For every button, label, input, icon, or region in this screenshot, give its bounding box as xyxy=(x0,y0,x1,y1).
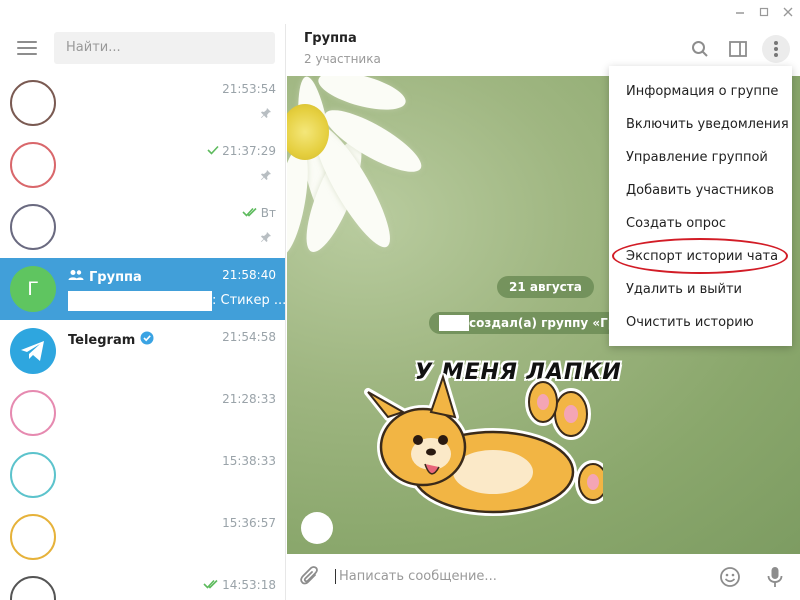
chat-subtitle: 2 участника xyxy=(304,52,381,66)
sender-avatar[interactable] xyxy=(301,512,333,544)
chat-time: 21:37:29 xyxy=(207,144,276,158)
window-titlebar xyxy=(0,0,800,24)
chat-item[interactable]: 15:38:33 xyxy=(0,444,285,506)
menu-icon[interactable] xyxy=(17,41,37,55)
chat-name-text: Группа xyxy=(89,269,142,285)
chat-time: 15:36:57 xyxy=(222,516,276,530)
double-check-icon xyxy=(242,206,258,220)
chat-item-group[interactable]: Г Группа 21:58:40 : Стикер ... xyxy=(0,258,285,320)
chat-time: Вт xyxy=(242,206,276,220)
telegram-logo-icon xyxy=(10,328,56,374)
close-icon[interactable] xyxy=(776,0,800,24)
avatar xyxy=(10,576,56,600)
menu-item-add-members[interactable]: Добавить участников xyxy=(609,174,792,207)
emoji-icon[interactable] xyxy=(717,564,743,590)
menu-item-enable-notifications[interactable]: Включить уведомления xyxy=(609,108,792,141)
corgi-sticker-image xyxy=(364,373,603,516)
read-check-icon xyxy=(207,144,219,158)
redacted-name xyxy=(439,315,469,331)
chat-preview: : Стикер ... xyxy=(68,291,285,311)
avatar xyxy=(10,452,56,498)
sidebar-toggle-icon[interactable] xyxy=(725,36,751,62)
chat-time: 21:58:40 xyxy=(222,268,276,282)
pin-icon xyxy=(260,169,272,184)
chat-time-text: 21:37:29 xyxy=(222,144,276,158)
preview-text: : Стикер ... xyxy=(212,293,286,308)
chat-title: Группа xyxy=(304,31,357,46)
double-check-icon xyxy=(203,578,219,592)
chat-name: Группа xyxy=(68,269,142,285)
redacted-sender xyxy=(68,291,212,311)
service-message: создал(а) группу «Гр xyxy=(429,312,625,334)
microphone-icon[interactable] xyxy=(762,564,788,590)
minimize-icon[interactable] xyxy=(728,0,752,24)
avatar xyxy=(10,514,56,560)
chat-time: 21:53:54 xyxy=(222,82,276,96)
avatar xyxy=(10,142,56,188)
chat-time: 21:28:33 xyxy=(222,392,276,406)
menu-item-create-poll[interactable]: Создать опрос xyxy=(609,207,792,240)
menu-item-delete-and-leave[interactable]: Удалить и выйти xyxy=(609,273,792,306)
chat-time: 14:53:18 xyxy=(203,578,276,592)
menu-item-group-info[interactable]: Информация о группе xyxy=(609,75,792,108)
chat-options-menu: Информация о группе Включить уведомления… xyxy=(609,66,792,346)
chat-item[interactable]: 14:53:18 xyxy=(0,568,285,600)
service-message-text: создал(а) группу «Гр xyxy=(469,316,617,330)
message-input[interactable]: Написать сообщение... xyxy=(335,569,497,584)
chat-item-telegram[interactable]: Telegram 21:54:58 xyxy=(0,320,285,382)
chat-name-text: Telegram xyxy=(68,332,136,348)
chat-time-text: Вт xyxy=(260,206,276,220)
menu-item-export-chat-history[interactable]: Экспорт истории чата xyxy=(609,240,792,273)
chat-time: 15:38:33 xyxy=(222,454,276,468)
sidebar-top: Найти... xyxy=(0,24,285,72)
avatar xyxy=(10,80,56,126)
date-separator: 21 августа xyxy=(497,276,594,298)
chat-item[interactable]: 15:36:57 xyxy=(0,506,285,568)
chat-item[interactable]: 21:28:33 xyxy=(0,382,285,444)
group-icon xyxy=(68,269,84,285)
more-options-icon[interactable] xyxy=(762,35,790,63)
chat-name: Telegram xyxy=(68,331,154,349)
chat-item[interactable]: 21:37:29 xyxy=(0,134,285,196)
chat-time: 21:54:58 xyxy=(222,330,276,344)
avatar xyxy=(10,390,56,436)
chat-time-text: 14:53:18 xyxy=(222,578,276,592)
search-icon[interactable] xyxy=(687,36,713,62)
chat-item[interactable]: Вт xyxy=(0,196,285,258)
menu-item-manage-group[interactable]: Управление группой xyxy=(609,141,792,174)
search-input[interactable]: Найти... xyxy=(54,32,275,64)
avatar xyxy=(10,204,56,250)
sidebar: Найти... 21:53:54 21:37:29 Вт Г Группа 2… xyxy=(0,24,286,600)
pin-icon xyxy=(260,107,272,122)
chat-list: 21:53:54 21:37:29 Вт Г Группа 21:58:40:… xyxy=(0,72,285,600)
verified-icon xyxy=(140,331,154,349)
message-composer: Написать сообщение... xyxy=(287,554,800,600)
maximize-icon[interactable] xyxy=(752,0,776,24)
avatar: Г xyxy=(10,266,56,312)
chat-item[interactable]: 21:53:54 xyxy=(0,72,285,134)
attach-icon[interactable] xyxy=(297,564,323,590)
pin-icon xyxy=(260,231,272,246)
menu-item-clear-history[interactable]: Очистить историю xyxy=(609,306,792,339)
